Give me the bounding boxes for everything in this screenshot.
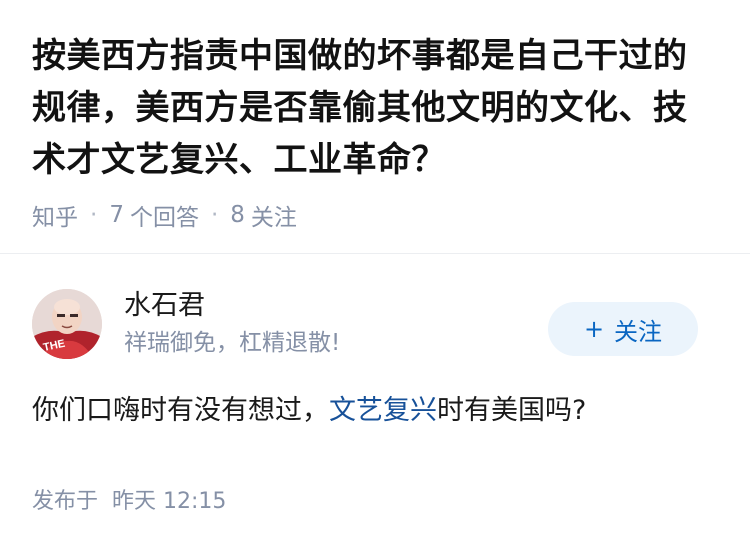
avatar[interactable]: THE [32, 289, 102, 359]
plus-icon: + [583, 315, 605, 343]
source-label[interactable]: 知乎 [32, 198, 78, 232]
publish-time: 昨天 12:15 [112, 489, 227, 514]
follow-button[interactable]: + 关注 [548, 302, 698, 356]
follower-count-label[interactable]: 关注 [251, 198, 297, 232]
publish-info: 发布于 昨天 12:15 [32, 483, 718, 515]
answer-count-label[interactable]: 个回答 [130, 198, 199, 232]
author-info: 水石君 祥瑞御免，杠精退散! [124, 288, 340, 360]
meta-separator: · [90, 202, 98, 228]
follower-count[interactable]: 8 [230, 202, 245, 228]
content-link[interactable]: 文艺复兴 [329, 395, 437, 426]
answer-content: 你们口嗨时有没有想过，文艺复兴时有美国吗? [32, 391, 718, 431]
author-row: THE 水石君 祥瑞御免，杠精退散! + 关注 [32, 289, 718, 359]
question-card: 按美西方指责中国做的坏事都是自己干过的规律，美西方是否靠偷其他文明的文化、技术才… [0, 0, 750, 232]
question-meta: 知乎 · 7 个回答 · 8 关注 [32, 198, 718, 232]
follow-label: 关注 [614, 317, 663, 346]
content-text: 时有美国吗? [437, 395, 587, 426]
divider [0, 253, 750, 254]
answer-card: THE 水石君 祥瑞御免，杠精退散! + 关注 你们口嗨时有没有想过，文艺复兴时… [0, 289, 750, 515]
answer-count[interactable]: 7 [109, 202, 124, 228]
author-name[interactable]: 水石君 [124, 288, 340, 324]
avatar-image: THE [32, 289, 102, 359]
meta-separator: · [210, 202, 219, 228]
publish-label: 发布于 [32, 489, 99, 514]
question-title[interactable]: 按美西方指责中国做的坏事都是自己干过的规律，美西方是否靠偷其他文明的文化、技术才… [32, 30, 718, 186]
content-text: 你们口嗨时有没有想过， [32, 395, 329, 426]
author-bio: 祥瑞御免，杠精退散! [124, 330, 341, 356]
